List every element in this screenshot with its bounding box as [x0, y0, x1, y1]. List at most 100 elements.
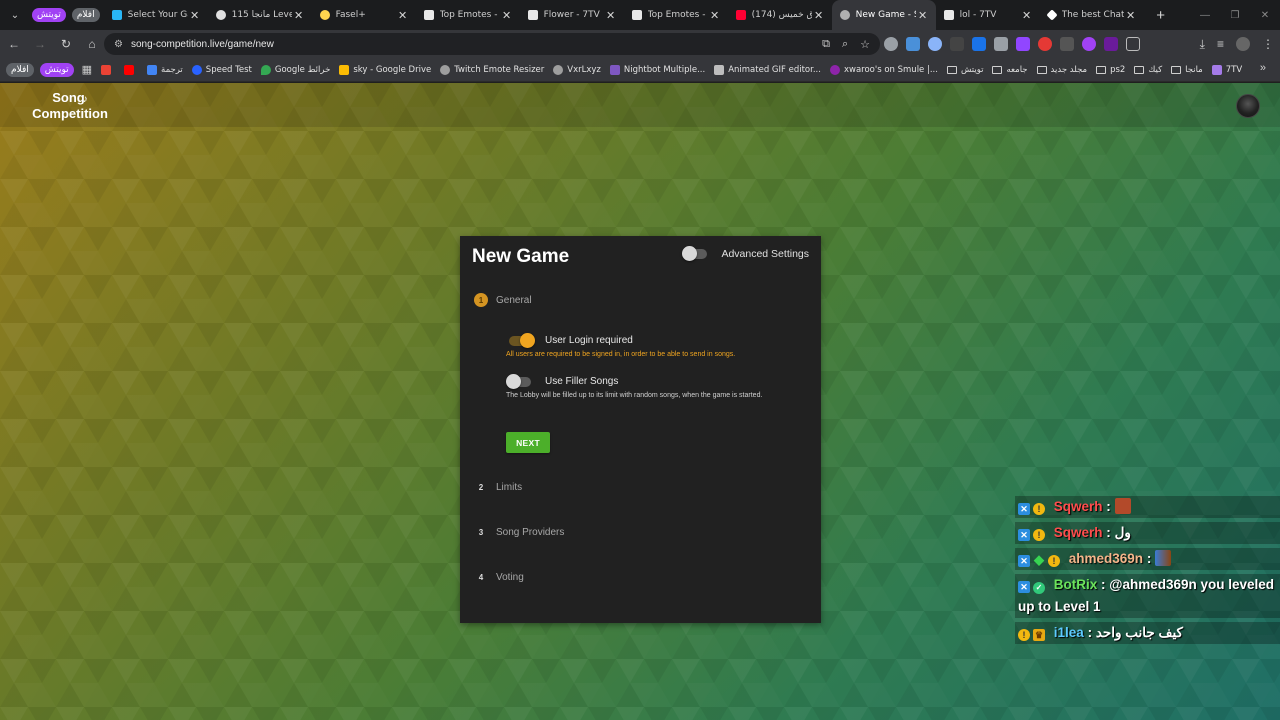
- profile-extension-icon[interactable]: [928, 37, 942, 51]
- reload-button[interactable]: ↻: [54, 32, 78, 56]
- download-icon[interactable]: ⤓: [1200, 37, 1205, 52]
- tab-search-button[interactable]: ⌄: [4, 4, 26, 26]
- chevron-right-icon[interactable]: »: [1260, 62, 1266, 74]
- close-icon[interactable]: ✕: [500, 9, 514, 22]
- folder-icon: [946, 65, 957, 74]
- bookmark-folder-manga[interactable]: مانجا: [1171, 65, 1203, 75]
- tab-manga-leveling[interactable]: مانجا 115 Leveling✕: [208, 0, 312, 30]
- bookmark-emote-resizer[interactable]: Twitch Emote Resizer: [440, 64, 544, 75]
- back-button[interactable]: ←: [2, 32, 26, 56]
- bookmark-maps[interactable]: Google خرائط: [260, 64, 330, 75]
- address-bar[interactable]: ⚙ song-competition.live/game/new ⧉ ⌕ ☆: [104, 33, 880, 55]
- bookmark-ezgif[interactable]: Animated GIF editor...: [714, 64, 821, 75]
- step-voting[interactable]: 4 Voting: [474, 570, 524, 584]
- home-button[interactable]: ⌂: [80, 32, 104, 56]
- tab-youtube[interactable]: (174) طارق خميس✕: [728, 0, 832, 30]
- tab-chatbot[interactable]: The best ChatBot✕: [1040, 0, 1144, 30]
- close-icon[interactable]: ✕: [916, 9, 930, 22]
- tab-select-your-game[interactable]: Select Your Game✕: [104, 0, 208, 30]
- tab-top-emotes[interactable]: Top Emotes - 7TV✕: [416, 0, 520, 30]
- bookmark-nightbot[interactable]: Nightbot Multiple...: [609, 64, 705, 75]
- site-info-icon[interactable]: ⚙: [114, 39, 123, 50]
- close-window-icon[interactable]: ✕: [1250, 10, 1280, 21]
- step-limits[interactable]: 2 Limits: [474, 480, 522, 494]
- close-icon[interactable]: ✕: [1020, 9, 1034, 22]
- step-song-providers[interactable]: 3 Song Providers: [474, 525, 565, 539]
- tab-flower[interactable]: Flower - 7TV ✕: [520, 0, 624, 30]
- extension-icon[interactable]: [1082, 37, 1096, 51]
- site-logo[interactable]: Song♪ Competition: [28, 91, 112, 121]
- bookmark-translate[interactable]: ترجمة: [147, 64, 183, 75]
- reading-list-icon[interactable]: ≡: [1217, 37, 1224, 51]
- bookmark-star-icon[interactable]: ☆: [860, 38, 870, 51]
- extension-icon[interactable]: [1104, 37, 1118, 51]
- folder-icon: [1134, 65, 1145, 74]
- url-text: song-competition.live/game/new: [130, 38, 274, 50]
- close-icon[interactable]: ✕: [292, 9, 306, 22]
- tab-group-movies[interactable]: افلام: [71, 8, 100, 22]
- twitch-icon[interactable]: [1016, 37, 1030, 51]
- next-button[interactable]: NEXT: [506, 432, 550, 453]
- close-icon[interactable]: ✕: [188, 9, 202, 22]
- folder-icon: [1171, 65, 1182, 74]
- bookmark-speedtest[interactable]: Speed Test: [191, 64, 252, 75]
- bookmark-folder-twitch[interactable]: تويتش: [946, 65, 983, 75]
- close-icon[interactable]: ✕: [708, 9, 722, 22]
- bookmark-group-movies[interactable]: افلام: [6, 62, 34, 77]
- bookmark-drive[interactable]: sky - Google Drive: [339, 64, 431, 75]
- bookmark-group-twitch[interactable]: تويتش: [39, 62, 74, 77]
- translate-extension-icon[interactable]: [906, 37, 920, 51]
- extension-icon[interactable]: [1060, 37, 1074, 51]
- favicon-icon: [111, 10, 122, 20]
- user-avatar[interactable]: [1236, 94, 1260, 118]
- bookmark-folder-ps2[interactable]: ps2: [1096, 65, 1125, 75]
- advanced-settings-toggle[interactable]: Advanced Settings: [682, 246, 809, 261]
- new-tab-button[interactable]: +: [1150, 7, 1172, 24]
- extension-icon[interactable]: [972, 37, 986, 51]
- tab-lol-7tv[interactable]: lol - 7TV ✕: [936, 0, 1040, 30]
- shield-icon[interactable]: [994, 37, 1008, 51]
- install-app-icon[interactable]: ⧉: [822, 38, 830, 51]
- bookmark-vxrlxyz[interactable]: VxrLxyz: [553, 64, 601, 75]
- apps-button[interactable]: ▦: [82, 63, 92, 76]
- close-icon[interactable]: ✕: [812, 9, 826, 22]
- minimize-icon[interactable]: —: [1190, 10, 1220, 21]
- subscriber-badge-icon: ♛: [1033, 629, 1045, 641]
- close-icon[interactable]: ✕: [604, 9, 618, 22]
- menu-kebab-icon[interactable]: ⋮: [1262, 37, 1274, 51]
- reload-icon: ↻: [60, 37, 72, 51]
- extension-icon[interactable]: [950, 37, 964, 51]
- forward-button[interactable]: →: [28, 32, 52, 56]
- bits-badge-icon: !: [1018, 629, 1030, 641]
- bookmark-7tv[interactable]: 7TV: [1211, 64, 1242, 75]
- restore-icon[interactable]: ❐: [1220, 10, 1250, 21]
- bookmark-gmail[interactable]: [101, 64, 115, 75]
- bookmark-folder-kick[interactable]: كيك: [1134, 65, 1162, 75]
- bookmark-folder-new[interactable]: مجلد جديد: [1036, 65, 1087, 75]
- user-login-switch[interactable]: [509, 332, 535, 348]
- profile-avatar-icon[interactable]: [1236, 37, 1250, 51]
- chat-message: ! ♛ i1lea : كيف جانب واحد: [1015, 622, 1280, 644]
- bookmark-youtube[interactable]: [124, 64, 138, 75]
- drive-icon: [339, 64, 350, 75]
- verified-bot-badge-icon: ✓: [1033, 582, 1045, 594]
- tab-top-emotes-2[interactable]: Top Emotes - 7TV✕: [624, 0, 728, 30]
- tab-fasel[interactable]: Fasel+ ✕: [312, 0, 416, 30]
- tab-group-twitch[interactable]: تويتش: [32, 8, 66, 22]
- bookmark-folder-university[interactable]: جامعه: [992, 65, 1028, 75]
- 7tv-icon: [943, 10, 954, 20]
- advanced-settings-switch[interactable]: [682, 246, 708, 261]
- zoom-icon[interactable]: ⌕: [842, 38, 848, 51]
- home-icon: ⌂: [88, 37, 96, 51]
- close-icon[interactable]: ✕: [1124, 9, 1138, 22]
- folder-icon: [1036, 65, 1047, 74]
- filler-songs-switch[interactable]: [506, 373, 531, 389]
- music-note-icon: ♪: [82, 94, 88, 105]
- puzzle-icon[interactable]: [1126, 37, 1140, 51]
- bookmark-smule[interactable]: xwaroo's on Smule |...: [829, 64, 938, 75]
- close-icon[interactable]: ✕: [396, 9, 410, 22]
- tab-new-game[interactable]: New Game - Song Competition✕: [831, 0, 936, 30]
- extension-icon[interactable]: [884, 37, 898, 51]
- step-general[interactable]: 1 General: [474, 293, 532, 307]
- record-icon[interactable]: [1038, 37, 1052, 51]
